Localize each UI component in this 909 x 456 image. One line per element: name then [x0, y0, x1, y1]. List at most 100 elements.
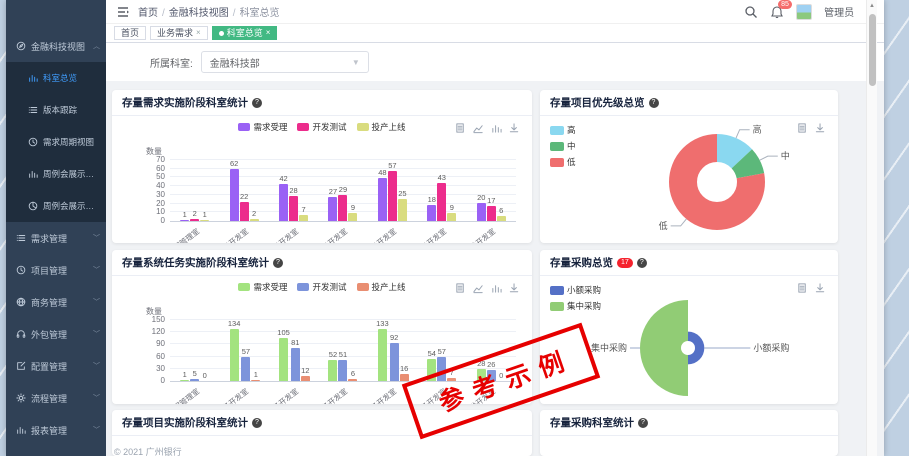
legend-item-需求受理[interactable]: 需求受理 — [238, 281, 287, 293]
avatar[interactable] — [796, 4, 812, 20]
x-tick-label: 数据业务开发室 — [351, 226, 399, 243]
download-icon[interactable] — [509, 281, 520, 292]
bar-wrap: 1 — [200, 160, 209, 221]
download-icon[interactable] — [509, 121, 520, 132]
line-chart-icon[interactable] — [473, 121, 484, 132]
pie-chart-icon — [28, 201, 38, 211]
sidebar-item-需求管理[interactable]: 需求管理﹀ — [6, 222, 106, 254]
sidebar-item-科室总览[interactable]: 科室总览 — [6, 62, 106, 94]
tab-close-icon[interactable]: × — [266, 27, 271, 39]
sidebar-item-label: 配置管理 — [31, 360, 91, 373]
bar-group-渠道业务开发室: 42287 — [269, 160, 318, 221]
sidebar-item-报表管理[interactable]: 报表管理﹀ — [6, 414, 106, 446]
search-icon[interactable] — [744, 5, 758, 19]
breadcrumb-item[interactable]: 首页 — [138, 8, 158, 19]
legend-item-投产上线[interactable]: 投产上线 — [357, 121, 406, 133]
y-tick-label: 50 — [156, 172, 165, 181]
department-select[interactable]: 金融科技部 ▼ — [201, 51, 369, 73]
question-mark-icon[interactable]: ? — [637, 258, 647, 268]
bar-group-数据业务开发室: 485725 — [368, 160, 417, 221]
bar-wrap: 57 — [388, 160, 397, 221]
tab-科室总览[interactable]: 科室总览× — [212, 26, 278, 40]
question-mark-icon[interactable]: ? — [649, 98, 659, 108]
legend-swatch — [297, 283, 309, 291]
sidebar-item-周例会展示报表-采购[interactable]: 周例会展示报表-采购 — [6, 190, 106, 222]
bar-value-label: 48 — [378, 169, 386, 177]
bar-chart-icon[interactable] — [491, 281, 502, 292]
sidebar-item-流程管理[interactable]: 流程管理﹀ — [6, 382, 106, 414]
bar-开发测试 — [487, 206, 496, 221]
data-view-icon[interactable] — [455, 281, 466, 292]
bar-value-label: 42 — [279, 175, 287, 183]
clock-icon — [28, 137, 38, 147]
line-chart-icon — [473, 283, 484, 294]
bar-value-label: 6 — [351, 370, 355, 378]
sidebar-item-版本跟踪[interactable]: 版本跟踪 — [6, 94, 106, 126]
bar-开发测试 — [338, 360, 347, 381]
bar-value-label: 133 — [376, 320, 389, 328]
bar-chart-icon — [491, 123, 502, 134]
y-tick-label: 0 — [161, 216, 165, 225]
bar-需求受理 — [378, 178, 387, 221]
sidebar-item-知识库[interactable]: 知识库﹀ — [6, 446, 106, 456]
bar-开发测试 — [190, 379, 199, 381]
department-select-value: 金融科技部 — [210, 55, 260, 70]
question-mark-icon[interactable]: ? — [638, 418, 648, 428]
bar-value-label: 1 — [183, 371, 187, 379]
user-name[interactable]: 管理员 — [824, 4, 854, 19]
scrollbar-up-arrow[interactable]: ▲ — [867, 0, 877, 12]
bar-value-label: 18 — [428, 196, 436, 204]
bar-开发测试 — [289, 196, 298, 221]
legend-item-开发测试[interactable]: 开发测试 — [297, 121, 346, 133]
line-chart-icon[interactable] — [473, 281, 484, 292]
bar-wrap: 1 — [180, 160, 189, 221]
tab-首页[interactable]: 首页 — [114, 26, 146, 40]
bar-chart-icon — [491, 283, 502, 294]
sidebar-item-需求周期视图[interactable]: 需求周期视图 — [6, 126, 106, 158]
breadcrumb-item[interactable]: 金融科技视图 — [169, 8, 229, 19]
sidebar-item-配置管理[interactable]: 配置管理﹀ — [6, 350, 106, 382]
sidebar-item-label: 需求管理 — [31, 232, 91, 245]
callout-line — [760, 156, 778, 160]
legend-label: 投产上线 — [372, 281, 406, 293]
bell-icon[interactable]: 85 — [770, 5, 784, 19]
question-mark-icon[interactable]: ? — [273, 258, 283, 268]
card-header: 存量项目优先级总览? — [540, 90, 838, 116]
question-mark-icon[interactable]: ? — [252, 98, 262, 108]
legend-item-开发测试[interactable]: 开发测试 — [297, 281, 346, 293]
tab-close-icon[interactable]: × — [196, 27, 201, 39]
sidebar-item-外包管理[interactable]: 外包管理﹀ — [6, 318, 106, 350]
bar-需求受理 — [328, 360, 337, 381]
sidebar-item-周例会展示报表-项目[interactable]: 周例会展示报表-项目 — [6, 158, 106, 190]
data-view-icon[interactable] — [455, 121, 466, 132]
breadcrumb-item[interactable]: 科室总览 — [240, 8, 280, 19]
bar-wrap: 28 — [289, 160, 298, 221]
y-tick-label: 60 — [156, 352, 165, 361]
legend-item-需求受理[interactable]: 需求受理 — [238, 121, 287, 133]
bar-投产上线 — [299, 215, 308, 221]
sidebar: 金融科技视图︿ 科室总览版本跟踪需求周期视图周例会展示报表-项目周例会展示报表-采… — [6, 0, 106, 456]
bar-value-label: 2 — [193, 210, 197, 218]
bar-投产上线 — [497, 216, 506, 221]
sidebar-item-label: 周例会展示报表-采购 — [43, 200, 100, 212]
tab-业务需求[interactable]: 业务需求× — [150, 26, 208, 40]
bar-投产上线 — [348, 379, 357, 381]
bar-chart-icon[interactable] — [491, 121, 502, 132]
sidebar-item-label: 报表管理 — [31, 424, 91, 437]
bar-wrap: 6 — [497, 160, 506, 221]
legend-item-投产上线[interactable]: 投产上线 — [357, 281, 406, 293]
sidebar-item-商务管理[interactable]: 商务管理﹀ — [6, 286, 106, 318]
hamburger-icon[interactable] — [116, 5, 130, 19]
bar-wrap: 2 — [190, 160, 199, 221]
plot-area: 0102030405060701216222242287272994857251… — [170, 160, 516, 222]
vertical-scrollbar[interactable]: ▲ — [866, 0, 877, 456]
scrollbar-thumb[interactable] — [869, 14, 876, 86]
bar-需求受理 — [427, 205, 436, 221]
sidebar-item-项目管理[interactable]: 项目管理﹀ — [6, 254, 106, 286]
bar-value-label: 62 — [230, 160, 238, 168]
sidebar-item-label: 科室总览 — [43, 72, 100, 84]
bar-wrap: 29 — [338, 160, 347, 221]
rose-slice-集中采购 — [640, 300, 688, 396]
sidebar-item-金融科技视图[interactable]: 金融科技视图︿ — [6, 30, 106, 62]
question-mark-icon[interactable]: ? — [252, 418, 262, 428]
